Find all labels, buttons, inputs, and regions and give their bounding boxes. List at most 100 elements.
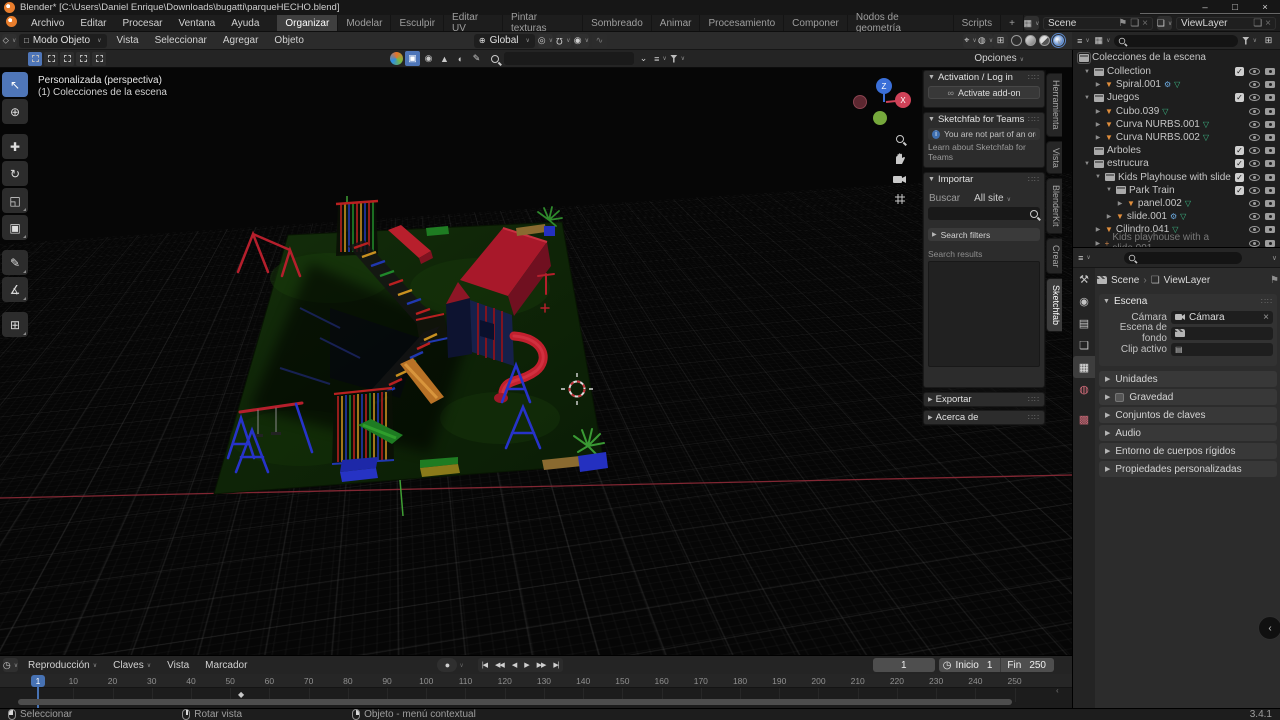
playhead-line[interactable] — [37, 687, 39, 709]
outliner-item[interactable]: ▶+Kids playhouse with a slide.001 — [1073, 236, 1280, 247]
outliner-item[interactable]: ▶▼Spiral.001⚙▽ — [1073, 78, 1280, 91]
xray-toggle-icon[interactable]: ⊞ — [993, 34, 1008, 48]
properties-options-icon[interactable]: ∨ — [1272, 254, 1277, 262]
menu-ayuda[interactable]: Ayuda — [223, 15, 267, 31]
restore-button[interactable]: □ — [1220, 2, 1250, 13]
activate-addon-button[interactable]: ∞Activate add-on — [928, 86, 1040, 99]
menu-procesar[interactable]: Procesar — [114, 15, 170, 31]
shading-solid-icon[interactable] — [1025, 35, 1036, 46]
asset-filter-icon[interactable] — [670, 52, 685, 66]
breadcrumb-viewlayer[interactable]: ViewLayer — [1164, 275, 1211, 286]
start-frame-field[interactable]: 1 — [979, 660, 1001, 671]
outliner-item[interactable]: Arboles✓ — [1073, 144, 1280, 157]
workspace-tab-nodos-de-geometría[interactable]: Nodos de geometría — [848, 15, 954, 31]
outliner-item[interactable]: ▼estrucura✓ — [1073, 157, 1280, 170]
shading-rendered-icon[interactable] — [1053, 35, 1064, 46]
asset-type-scene-icon[interactable]: ▲ — [437, 51, 452, 66]
properties-panel-gravedad[interactable]: ▶Gravedad — [1099, 389, 1277, 405]
blender-menu-icon[interactable] — [0, 16, 23, 30]
timeline-ruler[interactable]: 1020304050607080901001101201301401501601… — [0, 674, 1072, 688]
disclosure-collapsed-icon[interactable]: ▶ — [1094, 134, 1102, 141]
add-cube-tool[interactable]: ⊞ — [2, 312, 28, 337]
play-button[interactable]: ▶ — [520, 661, 532, 669]
properties-tab-output[interactable]: ▤ — [1073, 312, 1095, 334]
hide-in-viewport-icon[interactable] — [1249, 240, 1260, 247]
timeline-menu-marcador[interactable]: Marcador — [197, 660, 255, 671]
search-icon[interactable] — [1030, 210, 1038, 218]
select-mode-1[interactable] — [44, 52, 58, 66]
timeline-editor-type-icon[interactable]: ◷ — [3, 658, 18, 672]
hide-in-viewport-icon[interactable] — [1249, 94, 1260, 101]
new-viewlayer-icon[interactable]: ❏ — [1253, 18, 1262, 29]
sidebar-tab-herramienta[interactable]: Herramienta — [1046, 73, 1062, 137]
jump-to-start-button[interactable]: |◀ — [478, 661, 491, 669]
add-workspace-button[interactable]: + — [1001, 15, 1024, 31]
outliner-item[interactable]: ▼Park Train✓ — [1073, 184, 1280, 197]
workspace-tab-scripts[interactable]: Scripts — [954, 15, 1002, 31]
outliner-item[interactable]: ▶▼Curva NURBS.002▽ — [1073, 131, 1280, 144]
disclosure-collapsed-icon[interactable]: ▶ — [1094, 226, 1102, 233]
disclosure-expanded-icon[interactable]: ▼ — [1083, 69, 1091, 75]
background-scene-field[interactable] — [1171, 327, 1273, 340]
scene-selector[interactable]: Scene ⚑ ❏ × — [1043, 17, 1153, 30]
panel-export-header[interactable]: ▶Exportar∷∷ — [924, 393, 1044, 406]
disable-in-render-icon[interactable] — [1265, 134, 1275, 141]
hide-in-viewport-icon[interactable] — [1249, 187, 1260, 194]
disable-in-render-icon[interactable] — [1265, 174, 1275, 181]
scene-panel-header[interactable]: ▼Escena ∷∷ — [1099, 294, 1277, 309]
menu-ventana[interactable]: Ventana — [171, 15, 224, 31]
disable-in-render-icon[interactable] — [1265, 226, 1275, 233]
proportional-editing-icon[interactable]: ◉ — [574, 34, 589, 48]
hide-in-viewport-icon[interactable] — [1249, 160, 1260, 167]
transform-orientation-selector[interactable]: ⊕ Global — [474, 34, 535, 48]
hide-in-viewport-icon[interactable] — [1249, 121, 1260, 128]
new-collection-button[interactable]: ⊞ — [1261, 34, 1276, 48]
properties-tab-world[interactable]: ◍ — [1073, 378, 1095, 400]
hide-in-viewport-icon[interactable] — [1249, 213, 1260, 220]
current-frame-field[interactable]: 1 — [873, 658, 935, 672]
collapse-assetbar-icon[interactable]: ⌄ — [636, 52, 651, 66]
disable-in-render-icon[interactable] — [1265, 94, 1275, 101]
outliner-display-mode-icon[interactable]: ≡ — [1076, 34, 1091, 48]
viewport-menu-objeto[interactable]: Objeto — [266, 35, 311, 46]
keyframe-diamond[interactable]: ◆ — [238, 690, 244, 699]
panel-checkbox[interactable] — [1115, 393, 1124, 402]
panel-import-header[interactable]: ▼Importar∷∷ — [924, 173, 1044, 186]
sidebar-tab-crear[interactable]: Crear — [1046, 238, 1062, 275]
show-gizmo-icon[interactable]: ⌖ — [963, 34, 978, 48]
viewport-menu-agregar[interactable]: Agregar — [215, 35, 267, 46]
properties-tab-texture[interactable]: ▩ — [1073, 408, 1095, 430]
jump-to-end-button[interactable]: ▶| — [549, 661, 562, 669]
region-expand-button[interactable]: ‹ — [1258, 616, 1280, 640]
disable-in-render-icon[interactable] — [1265, 108, 1275, 115]
viewlayer-browse-icon[interactable]: ❏ — [1157, 16, 1172, 30]
hide-in-viewport-icon[interactable] — [1249, 147, 1260, 154]
collection-checkbox[interactable]: ✓ — [1235, 93, 1244, 102]
hide-in-viewport-icon[interactable] — [1249, 68, 1260, 75]
workspace-tab-modelar[interactable]: Modelar — [338, 15, 391, 31]
hide-in-viewport-icon[interactable] — [1249, 108, 1260, 115]
disclosure-expanded-icon[interactable]: ▼ — [1105, 187, 1113, 193]
hide-in-viewport-icon[interactable] — [1249, 134, 1260, 141]
properties-tab-scene[interactable]: ▦ — [1073, 356, 1095, 378]
outliner-item[interactable]: ▶▼panel.002▽ — [1073, 197, 1280, 210]
unlink-scene-icon[interactable]: × — [1142, 18, 1148, 29]
menu-editar[interactable]: Editar — [72, 15, 114, 31]
timeline-menu-claves[interactable]: Claves — [105, 660, 159, 671]
collection-checkbox[interactable]: ✓ — [1235, 67, 1244, 76]
use-preview-range-icon[interactable]: ◷ — [939, 660, 956, 671]
viewport-menu-seleccionar[interactable]: Seleccionar — [147, 35, 215, 46]
overlays-icon[interactable]: ◍ — [978, 34, 993, 48]
navigation-gizmo[interactable]: Z X — [852, 72, 916, 132]
viewport-menu-vista[interactable]: Vista — [109, 35, 147, 46]
disclosure-expanded-icon[interactable]: ▼ — [1083, 161, 1091, 167]
disclosure-collapsed-icon[interactable]: ▶ — [1094, 240, 1102, 247]
properties-panel-propiedades-personalizadas[interactable]: ▶Propiedades personalizadas — [1099, 461, 1277, 477]
workspace-tab-procesamiento[interactable]: Procesamiento — [700, 15, 784, 31]
disable-in-render-icon[interactable] — [1265, 147, 1275, 154]
tool-options-dropdown[interactable]: Opciones — [974, 53, 1024, 64]
outliner-search-field[interactable] — [1114, 35, 1238, 47]
hide-in-viewport-icon[interactable] — [1249, 174, 1260, 181]
viewlayer-selector[interactable]: ViewLayer ❏ × — [1176, 17, 1276, 30]
properties-tab-view-layer[interactable]: ❏ — [1073, 334, 1095, 356]
